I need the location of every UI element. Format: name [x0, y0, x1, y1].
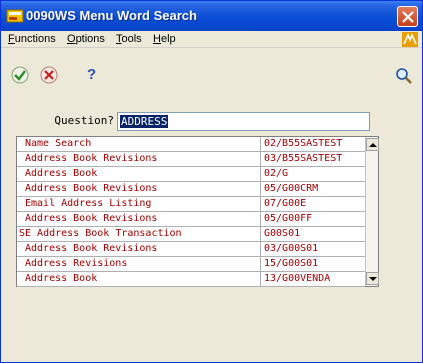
- ok-button[interactable]: [10, 65, 30, 85]
- scroll-up-button[interactable]: [366, 138, 379, 151]
- close-button[interactable]: [397, 6, 418, 27]
- result-row[interactable]: Address Book 02/G: [17, 167, 365, 182]
- result-name: Address Book: [17, 167, 261, 182]
- scroll-down-button[interactable]: [366, 272, 379, 285]
- result-row[interactable]: Address Revisions 15/G00S01: [17, 257, 365, 272]
- window-title: 0090WS Menu Word Search: [26, 8, 197, 23]
- result-code: 07/G00E: [264, 198, 307, 209]
- result-name: Address Book Revisions: [17, 182, 261, 197]
- arrow-up-icon: [369, 143, 377, 147]
- result-row[interactable]: SE Address Book Transaction G00S01: [17, 227, 365, 242]
- cancel-button[interactable]: [39, 65, 59, 85]
- result-code: 02/B55SASTEST: [264, 138, 343, 149]
- result-name: Name Search: [17, 137, 261, 152]
- app-icon: [6, 9, 24, 23]
- result-code: 05/G00FF: [264, 213, 313, 224]
- toolbar: ?: [1, 49, 422, 107]
- title-bar[interactable]: 0090WS Menu Word Search: [1, 1, 422, 31]
- result-row[interactable]: Email Address Listing 07/G00E: [17, 197, 365, 212]
- jde-logo-icon: [402, 32, 418, 47]
- menu-help[interactable]: Help: [151, 32, 178, 47]
- result-row[interactable]: Address Book Revisions 03/B55SASTEST: [17, 152, 365, 167]
- results-grid[interactable]: Name Search 02/B55SASTEST Address Book Rev…: [16, 136, 379, 287]
- result-row[interactable]: Name Search 02/B55SASTEST: [17, 137, 365, 152]
- result-name: Email Address Listing: [17, 197, 261, 212]
- result-row[interactable]: Address Book Revisions 03/G00S01: [17, 242, 365, 257]
- result-name: Address Book Revisions: [17, 212, 261, 227]
- menu-tools[interactable]: Tools: [114, 32, 144, 47]
- result-name: Address Book: [17, 272, 261, 287]
- result-code: 03/B55SASTEST: [264, 153, 343, 164]
- result-row[interactable]: Address Book Revisions 05/G00FF: [17, 212, 365, 227]
- result-row[interactable]: Address Book 13/G00VENDA: [17, 272, 365, 287]
- result-name: Address Book Revisions: [17, 152, 261, 167]
- result-code: G00S01: [264, 228, 301, 239]
- question-input[interactable]: ADDRESS: [117, 112, 370, 131]
- close-icon: [402, 11, 414, 23]
- arrow-down-icon: [369, 277, 377, 281]
- search-button[interactable]: [394, 66, 414, 86]
- menu-word-search-window: 0090WS Menu Word Search Functions Option…: [0, 0, 423, 363]
- magnifier-icon: [396, 68, 412, 84]
- menu-functions[interactable]: Functions: [6, 32, 58, 47]
- result-code: 05/G00CRM: [264, 183, 319, 194]
- result-name: Address Book Revisions: [17, 242, 261, 257]
- result-code: 02/G: [264, 168, 289, 179]
- menu-bar: Functions Options Tools Help: [1, 31, 422, 48]
- help-button[interactable]: ?: [87, 66, 107, 86]
- question-input-value: ADDRESS: [120, 115, 169, 128]
- result-name: SE Address Book Transaction: [17, 227, 261, 242]
- cancel-icon: [40, 66, 58, 84]
- result-row[interactable]: Address Book Revisions 05/G00CRM: [17, 182, 365, 197]
- result-code: 13/G00VENDA: [264, 273, 331, 284]
- question-label: Question?: [54, 114, 114, 127]
- menu-options[interactable]: Options: [65, 32, 107, 47]
- result-name: Address Revisions: [17, 257, 261, 272]
- result-code: 15/G00S01: [264, 258, 319, 269]
- result-code: 03/G00S01: [264, 243, 319, 254]
- checkmark-icon: [11, 66, 29, 84]
- vertical-scrollbar[interactable]: [365, 137, 379, 286]
